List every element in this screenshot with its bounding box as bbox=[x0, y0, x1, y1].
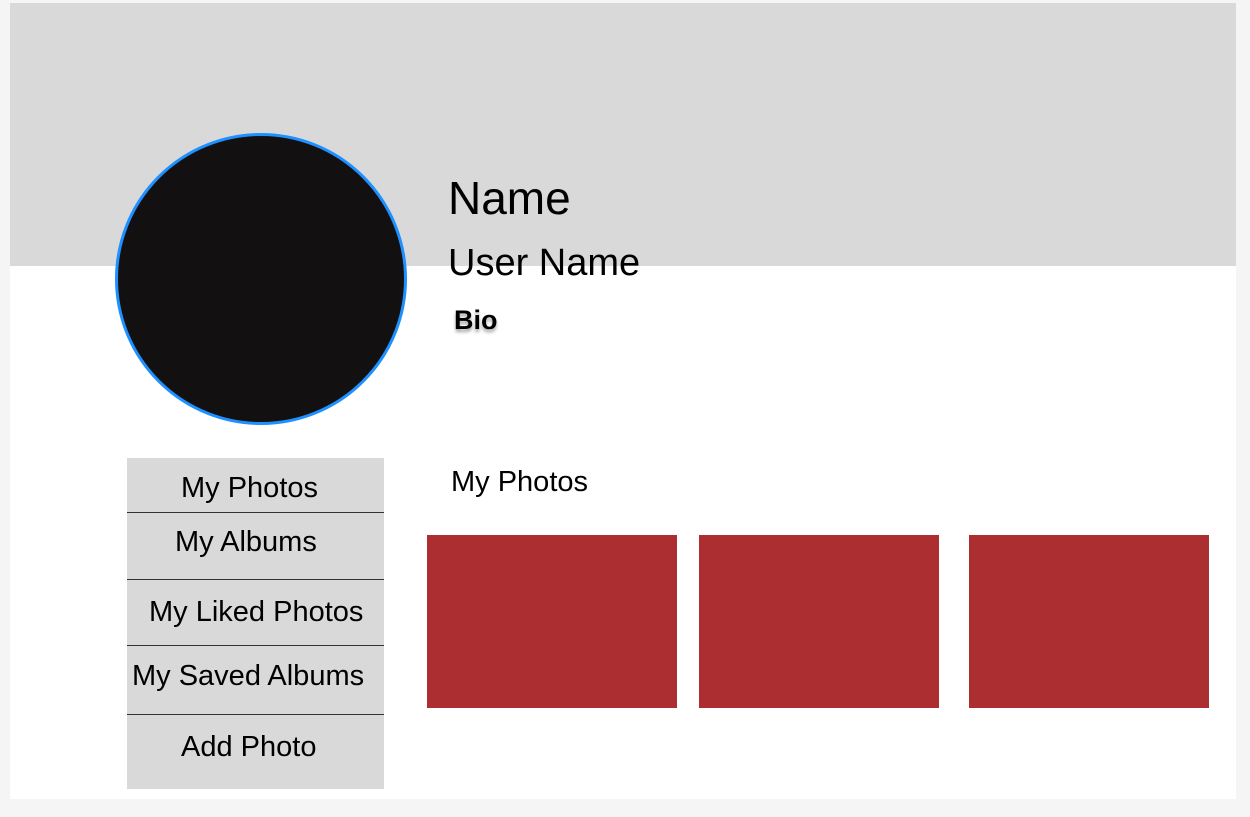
photo-thumbnail-1[interactable] bbox=[427, 535, 677, 708]
profile-username: User Name bbox=[448, 242, 641, 284]
sidebar-item-my-albums[interactable]: My Albums bbox=[127, 524, 432, 560]
sidebar-item-add-photo[interactable]: Add Photo bbox=[127, 729, 438, 765]
profile-name: Name bbox=[448, 172, 571, 224]
sidebar-divider bbox=[127, 579, 384, 580]
sidebar-divider bbox=[127, 714, 384, 715]
sidebar-divider bbox=[127, 512, 384, 513]
profile-bio: Bio bbox=[454, 305, 498, 335]
sidebar-item-my-liked-photos[interactable]: My Liked Photos bbox=[127, 594, 406, 630]
avatar[interactable] bbox=[115, 133, 407, 425]
sidebar-item-my-photos[interactable]: My Photos bbox=[127, 470, 438, 506]
photo-thumbnail-2[interactable] bbox=[699, 535, 939, 708]
section-title: My Photos bbox=[451, 466, 588, 498]
sidebar-item-my-saved-albums[interactable]: My Saved Albums bbox=[127, 658, 389, 694]
profile-sidebar: My Photos My Albums My Liked Photos My S… bbox=[127, 458, 384, 789]
photo-thumbnail-3[interactable] bbox=[969, 535, 1209, 708]
sidebar-divider bbox=[127, 645, 384, 646]
